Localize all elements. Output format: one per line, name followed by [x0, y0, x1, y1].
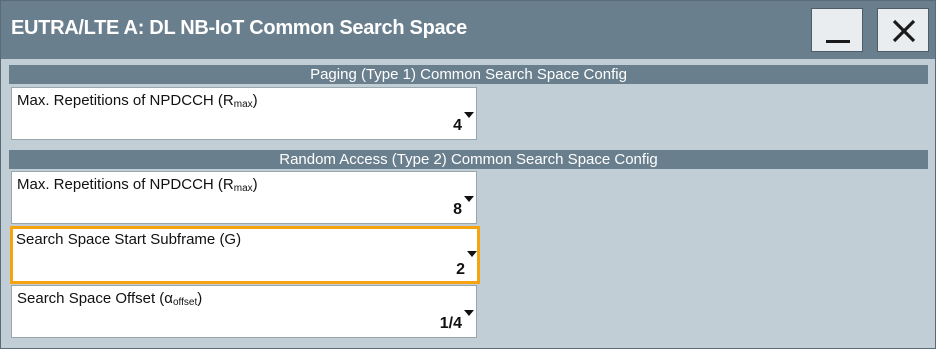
field-label: Search Space Offset (αoffset) [17, 290, 203, 308]
paging-max-repetitions-npdcch-dropdown[interactable]: Max. Repetitions of NPDCCH (Rmax) 4 [11, 87, 477, 140]
dialog-window: EUTRA/LTE A: DL NB-IoT Common Search Spa… [0, 0, 936, 349]
close-icon [892, 19, 916, 43]
ra-max-repetitions-npdcch-dropdown[interactable]: Max. Repetitions of NPDCCH (Rmax) 8 [11, 171, 477, 224]
field-value: 4 [453, 117, 462, 134]
section-header-random-access: Random Access (Type 2) Common Search Spa… [9, 150, 928, 169]
dropdown-arrow-icon [464, 196, 474, 202]
window-title: EUTRA/LTE A: DL NB-IoT Common Search Spa… [11, 17, 467, 39]
minimize-icon [826, 40, 850, 43]
field-label: Search Space Start Subframe (G) [16, 231, 242, 248]
dropdown-arrow-icon [467, 251, 477, 257]
dropdown-arrow-icon [464, 310, 474, 316]
search-space-start-subframe-dropdown[interactable]: Search Space Start Subframe (G) 2 [10, 226, 480, 284]
dropdown-arrow-icon [464, 112, 474, 118]
title-bar[interactable]: EUTRA/LTE A: DL NB-IoT Common Search Spa… [1, 1, 935, 59]
field-label: Max. Repetitions of NPDCCH (Rmax) [17, 92, 258, 110]
close-button[interactable] [877, 8, 929, 52]
field-value: 2 [456, 261, 465, 278]
field-label: Max. Repetitions of NPDCCH (Rmax) [17, 176, 258, 194]
minimize-button[interactable] [811, 8, 863, 52]
field-value: 8 [453, 201, 462, 218]
field-value: 1/4 [439, 315, 462, 332]
section-header-paging: Paging (Type 1) Common Search Space Conf… [9, 65, 928, 84]
search-space-offset-dropdown[interactable]: Search Space Offset (αoffset) 1/4 [11, 285, 477, 338]
